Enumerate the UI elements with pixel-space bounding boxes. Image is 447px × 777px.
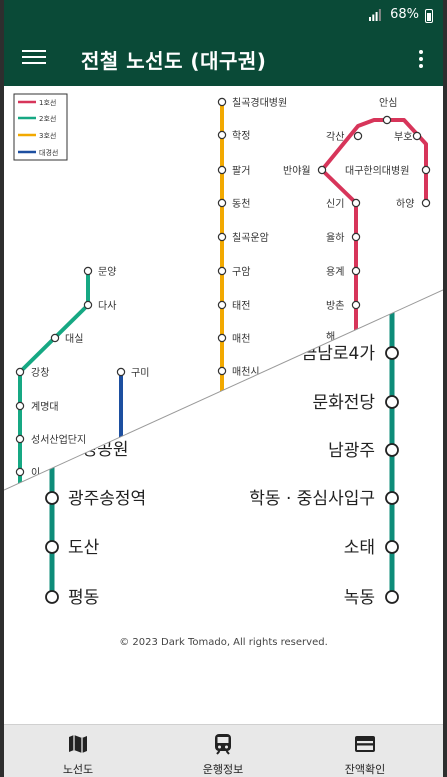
battery-percent: 68%	[390, 7, 419, 22]
station-label[interactable]: 반야월	[283, 165, 311, 177]
station-dot[interactable]	[45, 491, 59, 505]
station-label[interactable]: 대실	[65, 333, 83, 345]
nav-label: 잔액확인	[344, 763, 386, 776]
station-dot[interactable]	[317, 165, 327, 175]
station-dot[interactable]	[15, 401, 25, 411]
station-label[interactable]: 부호	[394, 131, 412, 143]
map-canvas[interactable]: 1호선 2호선 3호선 대경선 칠곡경대병원 학정 팔거 동천 칠곡운암 구암 …	[4, 86, 443, 726]
station-label[interactable]: 강창	[31, 367, 49, 379]
station-dot[interactable]	[217, 130, 227, 140]
station-dot[interactable]	[412, 131, 422, 141]
station-dot[interactable]	[385, 346, 399, 360]
station-dot[interactable]	[217, 198, 227, 208]
station-label[interactable]: 다사	[98, 300, 116, 312]
nav-label: 노선도	[62, 763, 94, 776]
legend-label: 1호선	[39, 98, 56, 107]
bottom-navigation: 노선도 운행정보 잔액확인	[4, 724, 443, 777]
station-label[interactable]: 태전	[232, 300, 250, 312]
station-dot[interactable]	[421, 198, 431, 208]
station-label[interactable]: 문화전당	[312, 393, 375, 413]
station-label[interactable]: 녹동	[344, 588, 375, 608]
station-dot[interactable]	[217, 97, 227, 107]
station-dot[interactable]	[217, 232, 227, 242]
nav-item-train-info[interactable]: 운행정보	[168, 729, 278, 776]
station-label[interactable]: 학동 · 중심사입구	[249, 489, 375, 509]
station-label[interactable]: 구미	[131, 367, 149, 379]
station-label[interactable]: 구암	[232, 266, 250, 278]
nav-item-balance[interactable]: 잔액확인	[310, 729, 420, 776]
subway-map[interactable]: 1호선 2호선 3호선 대경선 칠곡경대병원 학정 팔거 동천 칠곡운암 구암 …	[4, 86, 443, 726]
station-dot[interactable]	[83, 300, 93, 310]
more-vert-icon[interactable]	[413, 47, 429, 69]
app-screen: 68% 전철 노선도 (대구권) 1호선 2호선 3호선 대경선 칠곡경대병원 …	[4, 0, 443, 777]
station-label[interactable]: 계명대	[31, 401, 59, 413]
page-title: 전철 노선도 (대구권)	[81, 49, 267, 73]
station-dot[interactable]	[217, 266, 227, 276]
nav-item-map[interactable]: 노선도	[23, 729, 133, 776]
signal-icon	[369, 9, 381, 21]
station-dot[interactable]	[385, 590, 399, 604]
hamburger-menu-icon[interactable]	[22, 46, 46, 68]
station-dot[interactable]	[385, 443, 399, 457]
station-dot[interactable]	[351, 198, 361, 208]
station-label[interactable]: 도산	[68, 538, 100, 558]
station-dot[interactable]	[116, 367, 126, 377]
station-dot[interactable]	[385, 395, 399, 409]
station-label[interactable]: 성서산업단지	[31, 433, 86, 446]
battery-icon	[425, 9, 433, 23]
station-label[interactable]: 팔거	[232, 165, 250, 177]
station-dot[interactable]	[385, 491, 399, 505]
station-dot[interactable]	[45, 590, 59, 604]
station-label[interactable]: 문양	[98, 266, 116, 278]
station-label[interactable]: 학정	[232, 130, 250, 142]
station-dot[interactable]	[351, 266, 361, 276]
train-icon	[215, 734, 231, 755]
station-label[interactable]: 광주송정역	[68, 489, 146, 509]
station-label[interactable]: 동천	[232, 198, 250, 210]
station-label[interactable]: 각산	[326, 131, 344, 143]
station-dot[interactable]	[385, 540, 399, 554]
station-label[interactable]: 소태	[344, 538, 375, 558]
station-dot[interactable]	[217, 333, 227, 343]
station-label[interactable]: 방촌	[326, 300, 344, 312]
station-dot[interactable]	[45, 540, 59, 554]
station-label[interactable]: 대구한의대병원	[345, 165, 409, 177]
station-dot[interactable]	[351, 232, 361, 242]
station-label[interactable]: 용계	[326, 266, 344, 278]
station-dot[interactable]	[353, 131, 363, 141]
station-dot[interactable]	[15, 434, 25, 444]
legend-label: 대경선	[39, 148, 58, 157]
station-dot[interactable]	[351, 300, 361, 310]
station-dot[interactable]	[217, 366, 227, 376]
station-dot[interactable]	[421, 165, 431, 175]
legend-label: 2호선	[39, 114, 56, 123]
station-dot[interactable]	[50, 333, 60, 343]
station-dot[interactable]	[15, 467, 25, 477]
station-label[interactable]: 남광주	[328, 441, 375, 461]
station-label[interactable]: 신기	[326, 198, 344, 210]
station-label[interactable]: 금남로4가	[302, 344, 376, 364]
station-dot[interactable]	[217, 165, 227, 175]
nav-label: 운행정보	[202, 763, 244, 776]
station-label[interactable]: 매천	[232, 333, 250, 345]
station-dot[interactable]	[217, 300, 227, 310]
station-dot[interactable]	[83, 266, 93, 276]
station-label[interactable]: 안심	[379, 97, 397, 109]
station-label[interactable]: 칠곡경대병원	[232, 96, 287, 109]
map-icon	[69, 735, 87, 753]
status-bar: 68%	[4, 0, 443, 31]
station-label[interactable]: 율하	[326, 231, 344, 244]
station-label[interactable]: 하양	[396, 197, 414, 210]
legend-box: 1호선 2호선 3호선 대경선	[13, 93, 68, 161]
station-dot[interactable]	[382, 115, 392, 125]
copyright-text: © 2023 Dark Tomado, All rights reserved.	[119, 637, 328, 648]
station-label[interactable]: 평동	[68, 588, 99, 608]
station-dot[interactable]	[15, 367, 25, 377]
card-icon	[355, 736, 375, 752]
app-bar: 전철 노선도 (대구권)	[4, 31, 443, 86]
legend-label: 3호선	[39, 131, 56, 140]
station-label[interactable]: 칠곡운암	[232, 232, 269, 244]
